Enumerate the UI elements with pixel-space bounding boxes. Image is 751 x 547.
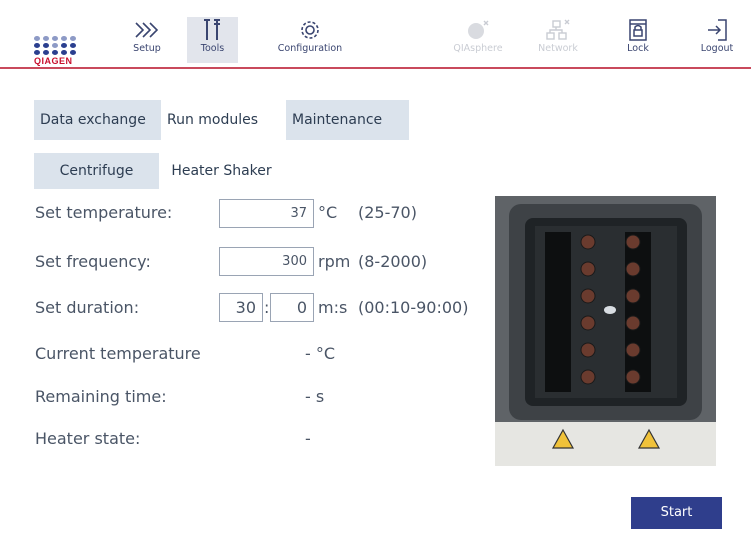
lock-label: Lock xyxy=(627,43,649,54)
tools-button[interactable]: Tools xyxy=(187,17,238,63)
tab-data-exchange[interactable]: Data exchange xyxy=(34,100,161,140)
temperature-input[interactable]: 37 xyxy=(219,199,314,228)
setup-icon xyxy=(120,17,174,43)
temperature-range: (25-70) xyxy=(358,203,417,222)
remaining-time-label: Remaining time: xyxy=(35,387,167,406)
logo-dots xyxy=(34,36,84,55)
configuration-button[interactable]: Configuration xyxy=(270,17,350,63)
logout-button[interactable]: Logout xyxy=(694,17,740,63)
setup-label: Setup xyxy=(133,43,161,54)
duration-range: (00:10-90:00) xyxy=(358,298,469,317)
tab-run-modules[interactable]: Run modules xyxy=(161,100,286,140)
configuration-label: Configuration xyxy=(277,43,343,54)
current-temperature-value: - °C xyxy=(305,344,336,363)
temperature-unit: °C xyxy=(318,203,338,222)
heater-state-label: Heater state: xyxy=(35,429,141,448)
logo-text: QIAGEN xyxy=(34,56,73,66)
configuration-icon xyxy=(270,17,350,43)
frequency-range: (8-2000) xyxy=(358,252,428,271)
current-temperature-label: Current temperature xyxy=(35,344,201,363)
duration-label: Set duration: xyxy=(35,298,140,317)
tab-heater-shaker[interactable]: Heater Shaker xyxy=(159,153,284,189)
tools-icon xyxy=(187,17,238,43)
tab-maintenance[interactable]: Maintenance xyxy=(286,100,409,140)
logout-label: Logout xyxy=(700,43,734,54)
network-icon xyxy=(533,17,583,43)
heater-shaker-image xyxy=(495,196,716,466)
frequency-label: Set frequency: xyxy=(35,252,151,271)
lock-icon xyxy=(615,17,661,43)
qiasphere-label: QIAsphere xyxy=(453,43,503,54)
network-label: Network xyxy=(538,43,578,54)
logout-icon xyxy=(694,17,740,43)
main-tabs: Data exchange Run modules Maintenance xyxy=(34,100,409,140)
network-button[interactable]: Network xyxy=(533,17,583,63)
frequency-unit: rpm xyxy=(318,252,351,271)
qiasphere-button[interactable]: QIAsphere xyxy=(447,17,509,63)
tab-centrifuge[interactable]: Centrifuge xyxy=(34,153,159,189)
qiasphere-icon xyxy=(447,17,509,43)
heater-state-value: - xyxy=(305,429,311,448)
lock-button[interactable]: Lock xyxy=(615,17,661,63)
duration-seconds-input[interactable]: 0 xyxy=(270,293,314,322)
toolbar-divider xyxy=(0,67,751,69)
remaining-time-value: - s xyxy=(305,387,325,406)
duration-minutes-input[interactable]: 30 xyxy=(219,293,263,322)
tools-label: Tools xyxy=(200,43,225,54)
duration-unit: m:s xyxy=(318,298,348,317)
top-toolbar: QIAGEN Setup Tools Configuration QIAsphe… xyxy=(0,0,751,75)
module-tabs: Centrifuge Heater Shaker xyxy=(34,153,284,189)
setup-button[interactable]: Setup xyxy=(120,17,174,63)
start-button[interactable]: Start xyxy=(631,497,722,529)
temperature-label: Set temperature: xyxy=(35,203,173,222)
frequency-input[interactable]: 300 xyxy=(219,247,314,276)
duration-separator: : xyxy=(264,298,270,317)
